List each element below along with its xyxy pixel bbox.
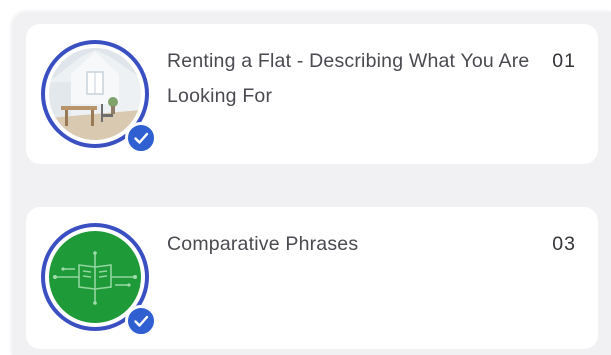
completed-check-icon <box>125 305 157 337</box>
lesson-number: 01 <box>552 50 576 72</box>
completed-check-icon <box>125 122 157 154</box>
lesson-thumbnail <box>41 223 157 337</box>
lesson-card[interactable]: Renting a Flat - Describing What You Are… <box>26 24 598 164</box>
lesson-title[interactable]: Renting a Flat - Describing What You Are… <box>167 44 537 114</box>
lesson-title[interactable]: Comparative Phrases <box>167 227 537 262</box>
lesson-card[interactable]: Comparative Phrases 03 <box>26 207 598 349</box>
lesson-thumbnail <box>41 40 157 154</box>
lesson-number: 03 <box>552 233 576 255</box>
